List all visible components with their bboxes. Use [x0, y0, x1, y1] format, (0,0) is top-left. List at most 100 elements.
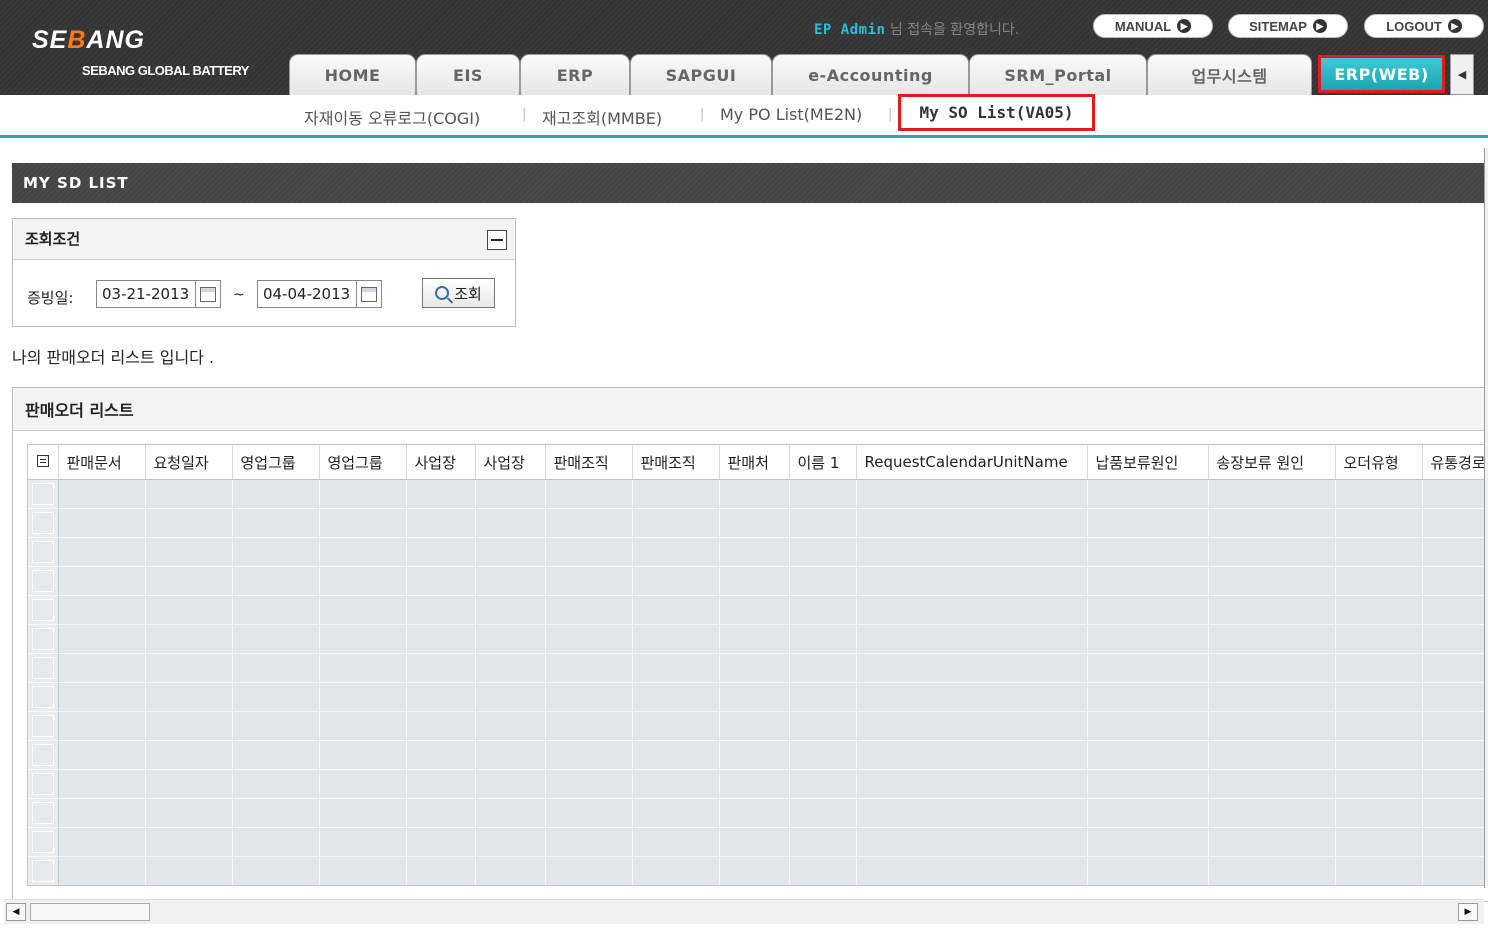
table-cell[interactable]	[1335, 827, 1423, 857]
table-cell[interactable]	[1335, 479, 1423, 509]
table-cell[interactable]	[789, 827, 857, 857]
table-cell[interactable]	[1422, 595, 1486, 625]
table-cell[interactable]	[406, 711, 476, 741]
table-cell[interactable]	[319, 827, 407, 857]
table-cell[interactable]	[1208, 740, 1336, 770]
table-cell[interactable]	[1087, 537, 1209, 567]
table-cell[interactable]	[1335, 740, 1423, 770]
table-cell[interactable]	[856, 682, 1088, 712]
table-row[interactable]	[28, 595, 1486, 625]
table-cell[interactable]	[319, 479, 407, 509]
manual-button[interactable]: MANUAL ▶	[1093, 14, 1213, 38]
table-cell[interactable]	[1422, 653, 1486, 683]
date-from-value[interactable]: 03-21-2013	[97, 285, 195, 303]
table-cell[interactable]	[145, 624, 233, 654]
table-cell[interactable]	[719, 769, 790, 799]
column-header[interactable]: 이름 1	[789, 445, 857, 480]
table-cell[interactable]	[1208, 827, 1336, 857]
table-cell[interactable]	[856, 740, 1088, 770]
table-cell[interactable]	[1335, 595, 1423, 625]
table-cell[interactable]	[1208, 682, 1336, 712]
table-cell[interactable]	[58, 653, 146, 683]
table-cell[interactable]	[719, 711, 790, 741]
table-cell[interactable]	[1087, 856, 1209, 885]
table-cell[interactable]	[545, 653, 633, 683]
table-cell[interactable]	[545, 769, 633, 799]
table-cell[interactable]	[406, 537, 476, 567]
table-cell[interactable]	[789, 798, 857, 828]
table-row[interactable]	[28, 856, 1486, 885]
column-header[interactable]: 오더유형	[1335, 445, 1423, 480]
select-all-icon[interactable]	[36, 455, 49, 467]
table-cell[interactable]	[1087, 624, 1209, 654]
row-selector[interactable]	[28, 682, 59, 712]
table-cell[interactable]	[406, 508, 476, 538]
table-cell[interactable]	[232, 624, 320, 654]
table-cell[interactable]	[1422, 566, 1486, 596]
table-cell[interactable]	[789, 653, 857, 683]
table-cell[interactable]	[1335, 711, 1423, 741]
table-cell[interactable]	[545, 595, 633, 625]
table-cell[interactable]	[58, 856, 146, 885]
table-cell[interactable]	[1087, 769, 1209, 799]
table-cell[interactable]	[545, 740, 633, 770]
table-cell[interactable]	[232, 886, 319, 887]
table-cell[interactable]	[406, 595, 476, 625]
column-header[interactable]: 사업장	[406, 445, 476, 480]
table-cell[interactable]	[1422, 798, 1486, 828]
row-selector[interactable]	[28, 624, 59, 654]
table-cell[interactable]	[145, 537, 233, 567]
table-cell[interactable]	[1208, 624, 1336, 654]
table-cell[interactable]	[1087, 711, 1209, 741]
collapse-icon[interactable]	[487, 230, 507, 250]
row-selector[interactable]	[28, 479, 59, 509]
table-cell[interactable]	[856, 595, 1088, 625]
row-selector[interactable]	[28, 595, 59, 625]
table-cell[interactable]	[632, 624, 720, 654]
table-cell[interactable]	[406, 624, 476, 654]
table-cell[interactable]	[406, 769, 476, 799]
table-cell[interactable]	[406, 682, 476, 712]
table-row[interactable]	[28, 711, 1486, 741]
table-cell[interactable]	[475, 827, 546, 857]
row-selector[interactable]	[28, 537, 59, 567]
table-cell[interactable]	[145, 856, 233, 885]
table-cell[interactable]	[719, 653, 790, 683]
table-cell[interactable]	[1335, 508, 1423, 538]
table-cell[interactable]	[1335, 566, 1423, 596]
table-cell[interactable]	[719, 798, 790, 828]
table-cell[interactable]	[789, 508, 857, 538]
table-cell[interactable]	[545, 566, 633, 596]
table-cell[interactable]	[856, 856, 1088, 885]
table-cell[interactable]	[475, 856, 546, 885]
table-row[interactable]	[28, 798, 1486, 828]
table-cell[interactable]	[319, 740, 407, 770]
tab-erp-web[interactable]: ERP(WEB)	[1318, 55, 1445, 93]
table-cell[interactable]	[545, 537, 633, 567]
table-cell[interactable]	[789, 682, 857, 712]
table-cell[interactable]	[632, 508, 720, 538]
table-cell[interactable]	[406, 827, 476, 857]
table-cell[interactable]	[406, 566, 476, 596]
column-header[interactable]: 판매처	[719, 445, 790, 480]
table-cell[interactable]	[475, 711, 546, 741]
calendar-icon[interactable]	[356, 281, 381, 307]
table-cell[interactable]	[406, 886, 475, 887]
table-row[interactable]	[28, 479, 1486, 509]
table-cell[interactable]	[145, 798, 233, 828]
table-cell[interactable]	[232, 711, 320, 741]
table-cell[interactable]	[632, 653, 720, 683]
column-header[interactable]: 유통경로	[1422, 445, 1486, 480]
table-cell[interactable]	[856, 624, 1088, 654]
row-selector[interactable]	[28, 653, 59, 683]
row-selector[interactable]	[28, 566, 59, 596]
table-cell[interactable]	[545, 624, 633, 654]
table-cell[interactable]	[232, 653, 320, 683]
table-cell[interactable]	[1335, 624, 1423, 654]
table-cell[interactable]	[145, 740, 233, 770]
table-cell[interactable]	[145, 653, 233, 683]
table-cell[interactable]	[856, 886, 1087, 887]
table-cell[interactable]	[475, 798, 546, 828]
table-row[interactable]	[28, 566, 1486, 596]
table-cell[interactable]	[406, 479, 476, 509]
